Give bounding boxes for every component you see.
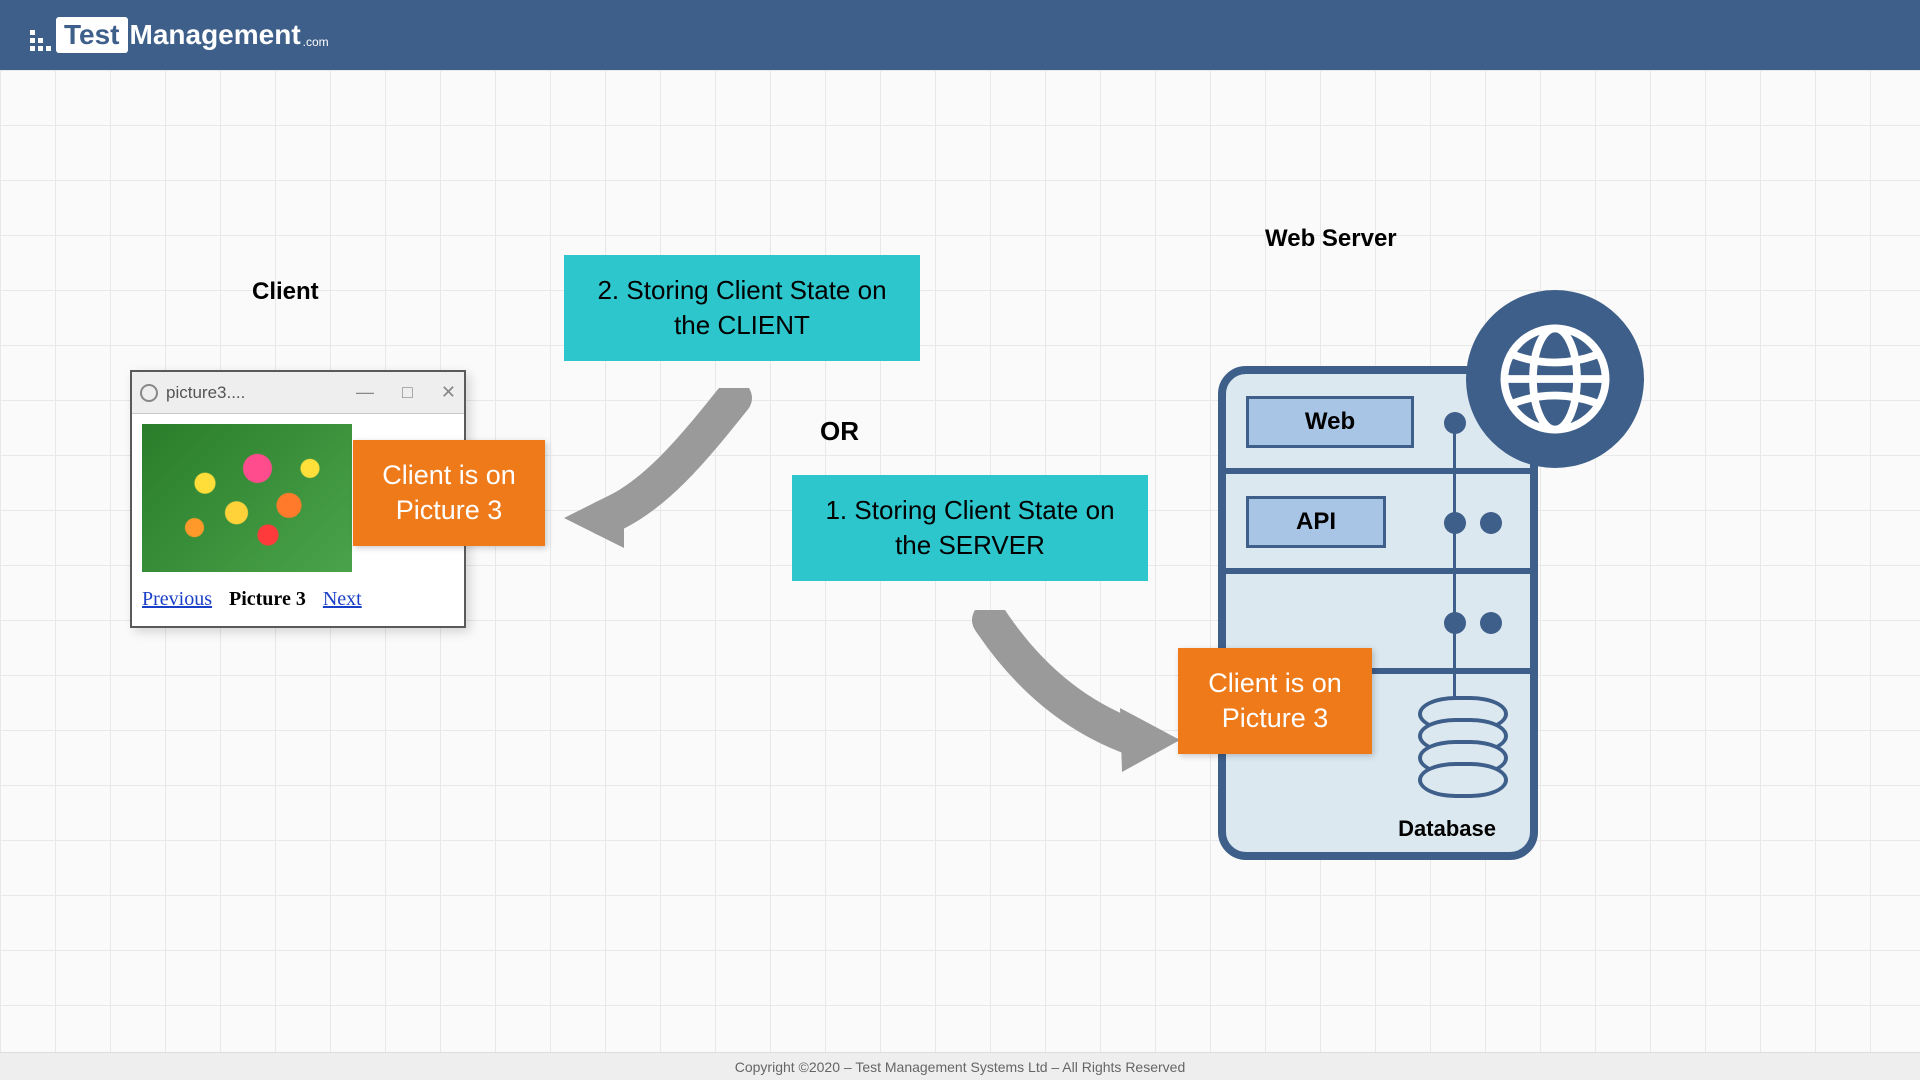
header-bar: Test Management .com (0, 0, 1920, 70)
next-link[interactable]: Next (323, 588, 362, 610)
flower-image (142, 424, 352, 572)
web-server-label: Web Server (1265, 225, 1397, 253)
server-slot-api: API (1226, 474, 1530, 574)
store-on-client-callout: 2. Storing Client State on the CLIENT (564, 255, 920, 361)
browser-titlebar: picture3.... — □ ✕ (132, 372, 464, 414)
footer-copyright: Copyright ©2020 – Test Management System… (0, 1052, 1920, 1080)
logo-com: .com (303, 35, 329, 49)
client-label: Client (252, 278, 319, 306)
arrow-to-server-icon (970, 610, 1210, 810)
database-icon (1418, 696, 1508, 798)
close-icon[interactable]: ✕ (441, 382, 456, 403)
or-label: OR (820, 416, 859, 447)
client-state-box: Client is on Picture 3 (353, 440, 545, 546)
logo-dots-icon (30, 19, 52, 51)
api-module: API (1246, 496, 1386, 548)
arrow-to-client-icon (554, 388, 774, 588)
minimize-icon[interactable]: — (356, 382, 374, 403)
previous-link[interactable]: Previous (142, 588, 212, 610)
web-module: Web (1246, 396, 1414, 448)
globe-small-icon (140, 384, 158, 402)
logo-mgmt: Management (130, 19, 301, 51)
image-nav-row: Previous Picture 3 Next (142, 588, 454, 611)
logo-test: Test (56, 17, 128, 53)
store-on-server-callout: 1. Storing Client State on the SERVER (792, 475, 1148, 581)
current-picture-label: Picture 3 (229, 588, 306, 610)
database-label: Database (1398, 816, 1496, 842)
server-state-box: Client is on Picture 3 (1178, 648, 1372, 754)
server-stack: Web API Database (1218, 320, 1554, 860)
browser-tab[interactable]: picture3.... (140, 383, 245, 403)
tab-title: picture3.... (166, 383, 245, 403)
maximize-icon[interactable]: □ (402, 382, 413, 403)
globe-icon (1466, 290, 1644, 468)
brand-logo: Test Management .com (30, 17, 329, 53)
diagram-canvas: Client Web Server picture3.... — □ ✕ Pre… (0, 70, 1920, 1080)
